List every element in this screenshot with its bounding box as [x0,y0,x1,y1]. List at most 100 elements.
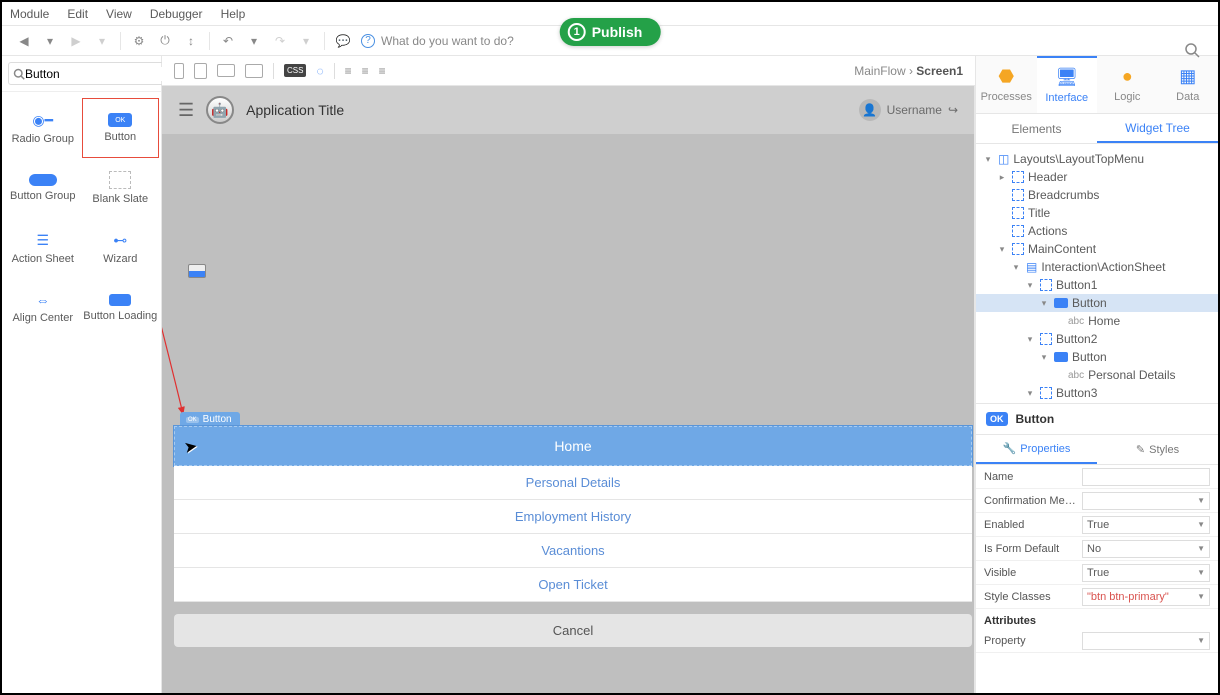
tree-row[interactable]: abcHome [976,312,1218,330]
tree-twisty-icon[interactable]: ▾ [996,244,1008,255]
action-sheet-item[interactable]: Personal Details [174,466,972,500]
dropdown-icon[interactable]: ▼ [1197,520,1205,529]
device-tablet-land-icon[interactable] [217,64,235,77]
palette-wizard[interactable]: ⊷Wizard [82,218,160,278]
hamburger-icon[interactable]: ☰ [178,100,194,121]
redo-dd-icon[interactable]: ▾ [298,33,314,49]
menu-edit[interactable]: Edit [67,7,88,21]
canvas-frame[interactable]: ☰ Application Title 👤 Username ↪ Button … [162,86,975,693]
tree-row[interactable]: ▾Button2 [976,330,1218,348]
proptab-styles[interactable]: ✎Styles [1097,435,1218,464]
dropdown-icon[interactable]: ▼ [1197,636,1205,645]
tree-row[interactable]: ▾MainContent [976,240,1218,258]
chat-icon[interactable]: 💬 [335,33,351,49]
tree-twisty-icon[interactable]: ▾ [1010,262,1022,273]
palette-button[interactable]: OKButton [82,98,160,158]
tree-row[interactable]: Title [976,204,1218,222]
tree-row[interactable]: ▾Button [976,294,1218,312]
proptab-properties[interactable]: 🔧Properties [976,435,1097,464]
prop-field[interactable]: No▼ [1082,540,1210,558]
ask-help[interactable]: ? What do you want to do? [361,34,514,48]
tree-row[interactable]: Breadcrumbs [976,186,1218,204]
tab-processes[interactable]: ⬣Processes [976,56,1037,113]
action-sheet-cancel[interactable]: Cancel [174,614,972,647]
device-tablet-icon[interactable] [194,63,207,79]
align-center-text-icon[interactable]: ≡ [362,64,369,78]
logout-icon[interactable]: ↪ [948,103,958,117]
widget-search-input[interactable] [25,67,180,81]
palette-radio-group[interactable]: ◉━Radio Group [4,98,82,158]
tree-row[interactable]: ▾Button [976,348,1218,366]
tree-twisty-icon[interactable]: ▾ [1038,298,1050,309]
gear-icon[interactable]: ⚙ [131,33,147,49]
action-sheet-item[interactable]: Open Ticket [174,568,972,602]
device-phone-icon[interactable] [174,63,184,79]
align-right-icon[interactable]: ≡ [379,64,386,78]
tab-logic[interactable]: ●Logic [1097,56,1158,113]
menu-debugger[interactable]: Debugger [150,7,203,21]
device-desktop-icon[interactable] [245,64,263,78]
tree-twisty-icon[interactable]: ▾ [1024,334,1036,345]
placeholder-icon [1040,333,1052,345]
tree-twisty-icon[interactable]: ▸ [996,172,1008,183]
palette-blank-slate[interactable]: Blank Slate [82,158,160,218]
attributes-header: Attributes [976,609,1218,629]
block-icon: ▤ [1026,260,1037,274]
undo-dd-icon[interactable]: ▾ [246,33,262,49]
tree-row[interactable]: Actions [976,222,1218,240]
canvas-widget-placeholder[interactable] [188,264,206,278]
redo-icon[interactable]: ↷ [272,33,288,49]
dropdown-icon[interactable]: ▼ [1197,496,1205,505]
dropdown-icon[interactable]: ▼ [1197,544,1205,553]
menu-module[interactable]: Module [10,7,49,21]
compare-icon[interactable]: ↕ [183,33,199,49]
prop-field[interactable]: "btn btn-primary"▼ [1082,588,1210,606]
palette-action-sheet[interactable]: ☰Action Sheet [4,218,82,278]
widget-tree[interactable]: ▾◫Layouts\LayoutTopMenu▸HeaderBreadcrumb… [976,144,1218,404]
prop-field[interactable]: True▼ [1082,564,1210,582]
css-badge[interactable]: CSS [284,64,306,77]
menu-help[interactable]: Help [221,7,246,21]
user-area[interactable]: 👤 Username ↪ [859,99,958,121]
action-sheet-item[interactable]: Vacantions [174,534,972,568]
plug-icon[interactable]: ⏻ [157,33,173,49]
nav-back-icon[interactable]: ◀ [16,33,32,49]
tree-row[interactable]: abcPersonal Details [976,366,1218,384]
palette-align-center[interactable]: ⇔Align Center [4,278,82,338]
tree-row[interactable]: ▾◫Layouts\LayoutTopMenu [976,150,1218,168]
subtab-widget-tree[interactable]: Widget Tree [1097,114,1218,143]
nav-fwd-icon[interactable]: ▶ [68,33,84,49]
subtab-elements[interactable]: Elements [976,114,1097,143]
dropdown-icon[interactable]: ▼ [1197,568,1205,577]
menu-view[interactable]: View [106,7,132,21]
undo-icon[interactable]: ↶ [220,33,236,49]
action-sheet-item[interactable]: Employment History [174,500,972,534]
prop-field[interactable]: ▼ [1082,492,1210,510]
tree-twisty-icon[interactable]: ▾ [982,154,994,165]
tree-row[interactable]: ▾Button3 [976,384,1218,402]
prop-field[interactable]: ▼ [1082,632,1210,650]
global-search-icon[interactable] [1184,42,1200,61]
prop-field[interactable] [1082,468,1210,486]
nav-back-dd-icon[interactable]: ▾ [42,33,58,49]
tree-row[interactable]: ▾Button1 [976,276,1218,294]
tree-twisty-icon[interactable]: ▾ [1038,352,1050,363]
nav-fwd-dd-icon[interactable]: ▾ [94,33,110,49]
app-header: ☰ Application Title 👤 Username ↪ [162,86,974,134]
placeholder-icon [1012,207,1024,219]
tree-twisty-icon[interactable]: ▾ [1024,280,1036,291]
publish-button[interactable]: 1 Publish [560,18,661,46]
tree-twisty-icon[interactable]: ▾ [1024,388,1036,399]
breadcrumb[interactable]: MainFlow › Screen1 [854,64,963,78]
dropdown-icon[interactable]: ▼ [1197,592,1205,601]
tree-row[interactable]: ▾▤Interaction\ActionSheet [976,258,1218,276]
refresh-icon[interactable]: ◌ [316,64,323,78]
tab-data[interactable]: ▦Data [1158,56,1219,113]
prop-field[interactable]: True▼ [1082,516,1210,534]
tree-row[interactable]: ▸Header [976,168,1218,186]
palette-button-loading[interactable]: Button Loading [82,278,160,338]
action-sheet-primary[interactable]: Home [174,426,972,466]
palette-button-group[interactable]: Button Group [4,158,82,218]
tab-interface[interactable]: 🖥Interface [1037,56,1098,113]
align-left-icon[interactable]: ≡ [345,64,352,78]
